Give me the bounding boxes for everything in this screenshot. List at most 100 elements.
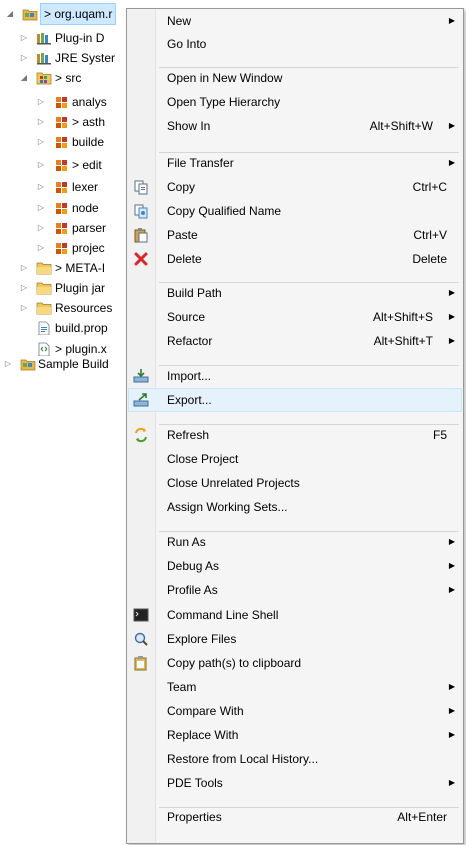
menu-item-label: Properties bbox=[167, 810, 222, 824]
tree-item[interactable]: ▷ node bbox=[0, 198, 126, 218]
menu-item-label: Open in New Window bbox=[167, 71, 283, 85]
menu-item-properties[interactable]: Properties Alt+Enter bbox=[129, 806, 461, 828]
copy-qualified-name-icon bbox=[133, 203, 149, 219]
menu-item-import[interactable]: Import... bbox=[129, 365, 461, 387]
menu-item-label: Refresh bbox=[167, 428, 210, 442]
menu-item-label: Compare With bbox=[167, 704, 244, 718]
package-icon bbox=[54, 115, 70, 129]
tree-item[interactable]: ▷ Plugin jar bbox=[0, 278, 126, 298]
submenu-arrow-icon: ▶ bbox=[448, 561, 455, 570]
submenu-arrow-icon: ▶ bbox=[448, 778, 455, 787]
menu-item-command-line-shell[interactable]: Command Line Shell bbox=[129, 604, 461, 626]
menu-separator bbox=[159, 152, 459, 153]
menu-item-label: Close Project bbox=[167, 452, 239, 466]
menu-item-profile-as[interactable]: Profile As ▶ bbox=[129, 579, 461, 601]
menu-item-label: Paste bbox=[167, 228, 198, 242]
tree-item[interactable]: ◢ > org.uqam.r bbox=[0, 3, 126, 25]
menu-item-team[interactable]: Team ▶ bbox=[129, 676, 461, 698]
menu-item-close-project[interactable]: Close Project bbox=[129, 448, 461, 470]
menu-item-compare-with[interactable]: Compare With ▶ bbox=[129, 700, 461, 722]
tree-item[interactable]: ▷ builde bbox=[0, 132, 126, 152]
menu-item-label: Export... bbox=[167, 393, 212, 407]
tree-item[interactable]: ▷ lexer bbox=[0, 177, 126, 197]
menu-item-copy-path-s-to-clipboard[interactable]: Copy path(s) to clipboard bbox=[129, 652, 461, 674]
menu-item-paste[interactable]: Paste Ctrl+V bbox=[129, 224, 461, 246]
copy-icon bbox=[133, 179, 149, 195]
tree-collapsed-toggle[interactable]: ▷ bbox=[19, 48, 29, 68]
tree-item[interactable]: ▷ Sample Build bbox=[0, 354, 126, 374]
project-icon bbox=[22, 7, 38, 21]
properties-file-icon bbox=[36, 321, 52, 336]
menu-item-label: Debug As bbox=[167, 559, 220, 573]
tree-collapsed-toggle[interactable]: ▷ bbox=[19, 298, 29, 318]
menu-item-delete[interactable]: Delete Delete bbox=[129, 248, 461, 270]
menu-item-copy[interactable]: Copy Ctrl+C bbox=[129, 176, 461, 198]
submenu-arrow-icon: ▶ bbox=[448, 158, 455, 167]
menu-item-label: Explore Files bbox=[167, 632, 237, 646]
tree-item[interactable]: ▷ JRE Syster bbox=[0, 48, 126, 68]
menu-item-assign-working-sets[interactable]: Assign Working Sets... bbox=[129, 496, 461, 518]
menu-item-label: Copy path(s) to clipboard bbox=[167, 656, 302, 670]
tree-item-label: node bbox=[72, 201, 99, 215]
menu-item-replace-with[interactable]: Replace With ▶ bbox=[129, 724, 461, 746]
menu-item-label: Run As bbox=[167, 535, 206, 549]
folder-icon bbox=[36, 261, 52, 275]
menu-item-export[interactable]: Export... bbox=[128, 388, 462, 412]
tree-item[interactable]: ▷ > edit bbox=[0, 155, 126, 175]
menu-item-explore-files[interactable]: Explore Files bbox=[129, 628, 461, 650]
menu-item-show-in[interactable]: Show In Alt+Shift+W ▶ bbox=[129, 115, 461, 137]
menu-item-new[interactable]: New ▶ bbox=[129, 10, 461, 32]
tree-collapsed-toggle[interactable]: ▷ bbox=[19, 278, 29, 298]
tree-expanded-toggle[interactable]: ◢ bbox=[5, 4, 15, 24]
tree-item[interactable]: ▷ Resources bbox=[0, 298, 126, 318]
menu-item-label: Import... bbox=[167, 369, 212, 383]
menu-item-label: Command Line Shell bbox=[167, 608, 279, 622]
menu-item-source[interactable]: Source Alt+Shift+S ▶ bbox=[129, 306, 461, 328]
menu-item-open-type-hierarchy[interactable]: Open Type Hierarchy bbox=[129, 91, 461, 113]
menu-item-build-path[interactable]: Build Path ▶ bbox=[129, 282, 461, 304]
menu-item-shortcut: Ctrl+C bbox=[412, 180, 447, 194]
tree-collapsed-toggle[interactable]: ▷ bbox=[36, 92, 46, 112]
tree-expanded-toggle[interactable]: ◢ bbox=[19, 68, 29, 88]
tree-collapsed-toggle[interactable]: ▷ bbox=[19, 28, 29, 48]
menu-item-file-transfer[interactable]: File Transfer ▶ bbox=[129, 152, 461, 174]
explore-files-icon bbox=[133, 631, 149, 647]
tree-collapsed-toggle[interactable]: ▷ bbox=[36, 198, 46, 218]
tree-item[interactable]: ▷ > META-I bbox=[0, 258, 126, 278]
tree-item[interactable]: ▷ projec bbox=[0, 238, 126, 258]
menu-item-label: PDE Tools bbox=[167, 776, 223, 790]
menu-item-go-into[interactable]: Go Into bbox=[129, 33, 461, 55]
tree-collapsed-toggle[interactable]: ▷ bbox=[36, 177, 46, 197]
menu-item-debug-as[interactable]: Debug As ▶ bbox=[129, 555, 461, 577]
menu-item-refactor[interactable]: Refactor Alt+Shift+T ▶ bbox=[129, 330, 461, 352]
menu-item-refresh[interactable]: Refresh F5 bbox=[129, 424, 461, 446]
tree-item[interactable]: build.prop bbox=[0, 318, 126, 338]
tree-collapsed-toggle[interactable]: ▷ bbox=[36, 238, 46, 258]
library-icon bbox=[36, 51, 52, 65]
menu-item-label: Refactor bbox=[167, 334, 213, 348]
tree-item[interactable]: ▷ Plug-in D bbox=[0, 28, 126, 48]
menu-item-label: Copy bbox=[167, 180, 196, 194]
menu-item-open-in-new-window[interactable]: Open in New Window bbox=[129, 67, 461, 89]
library-icon bbox=[36, 31, 52, 45]
tree-collapsed-toggle[interactable]: ▷ bbox=[36, 132, 46, 152]
menu-item-copy-qualified-name[interactable]: Copy Qualified Name bbox=[129, 200, 461, 222]
refresh-icon bbox=[133, 427, 149, 443]
menu-item-close-unrelated-projects[interactable]: Close Unrelated Projects bbox=[129, 472, 461, 494]
menu-item-pde-tools[interactable]: PDE Tools ▶ bbox=[129, 772, 461, 794]
tree-item[interactable]: ▷ > asth bbox=[0, 112, 126, 132]
tree-item[interactable]: ◢ > src bbox=[0, 68, 126, 88]
menu-item-label: Close Unrelated Projects bbox=[167, 476, 300, 490]
menu-item-restore-from-local-history[interactable]: Restore from Local History... bbox=[129, 748, 461, 770]
tree-collapsed-toggle[interactable]: ▷ bbox=[36, 155, 46, 175]
tree-item-label: builde bbox=[72, 135, 105, 149]
menu-item-run-as[interactable]: Run As ▶ bbox=[129, 531, 461, 553]
package-icon bbox=[54, 221, 70, 235]
tree-collapsed-toggle[interactable]: ▷ bbox=[36, 218, 46, 238]
tree-collapsed-toggle[interactable]: ▷ bbox=[36, 112, 46, 132]
tree-item[interactable]: ▷ parser bbox=[0, 218, 126, 238]
tree-item[interactable]: ▷ analys bbox=[0, 92, 126, 112]
menu-separator bbox=[159, 531, 459, 532]
tree-collapsed-toggle[interactable]: ▷ bbox=[19, 258, 29, 278]
tree-collapsed-toggle[interactable]: ▷ bbox=[3, 354, 13, 374]
